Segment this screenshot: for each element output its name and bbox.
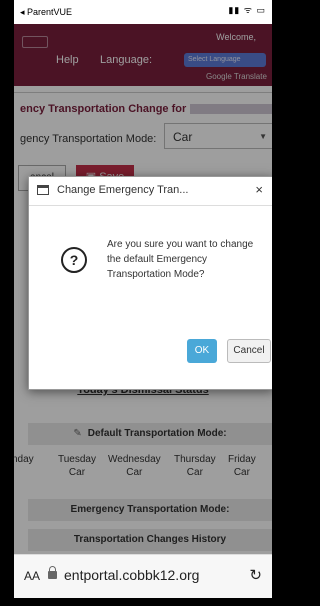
reload-icon[interactable]: ↻ [249, 566, 262, 584]
dialog-message: Are you sure you want to change the defa… [107, 239, 254, 280]
browser-address-bar: AA entportal.cobbk12.org ↻ [14, 554, 272, 598]
status-icons: ▮▮ ᯤ ▭ [228, 5, 266, 15]
close-icon[interactable]: × [255, 182, 263, 197]
confirm-dialog: Change Emergency Tran... × ? Are you sur… [28, 176, 272, 390]
back-to-app-link[interactable]: ◂ ParentVUE [20, 7, 72, 18]
url-field[interactable]: entportal.cobbk12.org [64, 567, 199, 583]
phone-screen: ◂ ParentVUE ▮▮ ᯤ ▭ Welcome, Help Languag… [14, 0, 272, 598]
window-icon [37, 185, 49, 195]
cancel-button[interactable]: Cancel [227, 339, 271, 363]
status-bar: ◂ ParentVUE ▮▮ ᯤ ▭ [14, 0, 272, 24]
dialog-title: Change Emergency Tran... [57, 184, 189, 196]
lock-icon [48, 566, 57, 579]
ok-button[interactable]: OK [187, 339, 217, 363]
question-icon: ? [61, 247, 87, 273]
reader-aa-button[interactable]: AA [24, 569, 40, 583]
dialog-header: Change Emergency Tran... × [29, 177, 272, 206]
